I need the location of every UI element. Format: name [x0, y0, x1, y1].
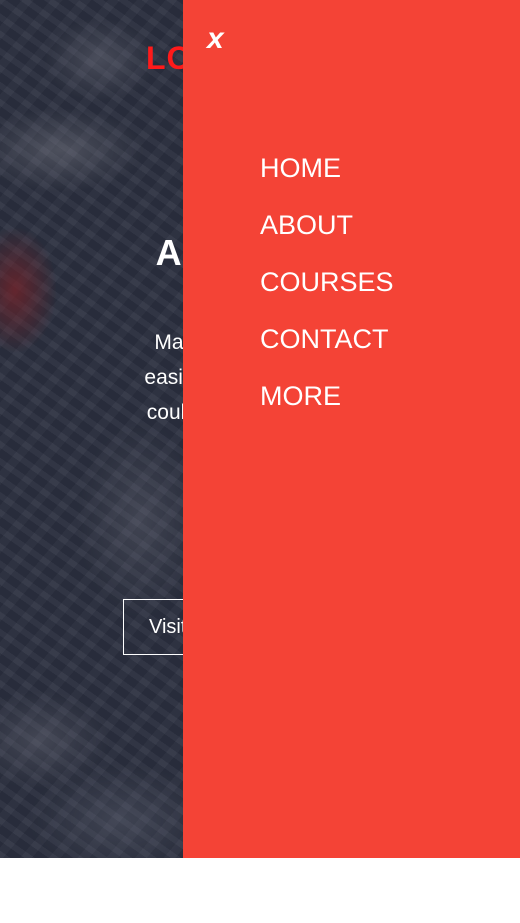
nav-item-home[interactable]: HOME	[260, 150, 394, 207]
nav-item-courses[interactable]: COURSES	[260, 264, 394, 321]
nav-item-about[interactable]: ABOUT	[260, 207, 394, 264]
close-icon[interactable]: x	[207, 22, 224, 56]
nav-item-contact[interactable]: CONTACT	[260, 321, 394, 378]
nav-item-more[interactable]: MORE	[260, 378, 394, 435]
nav-menu: HOME ABOUT COURSES CONTACT MORE	[260, 150, 394, 435]
side-nav-overlay: x HOME ABOUT COURSES CONTACT MORE	[183, 0, 520, 858]
